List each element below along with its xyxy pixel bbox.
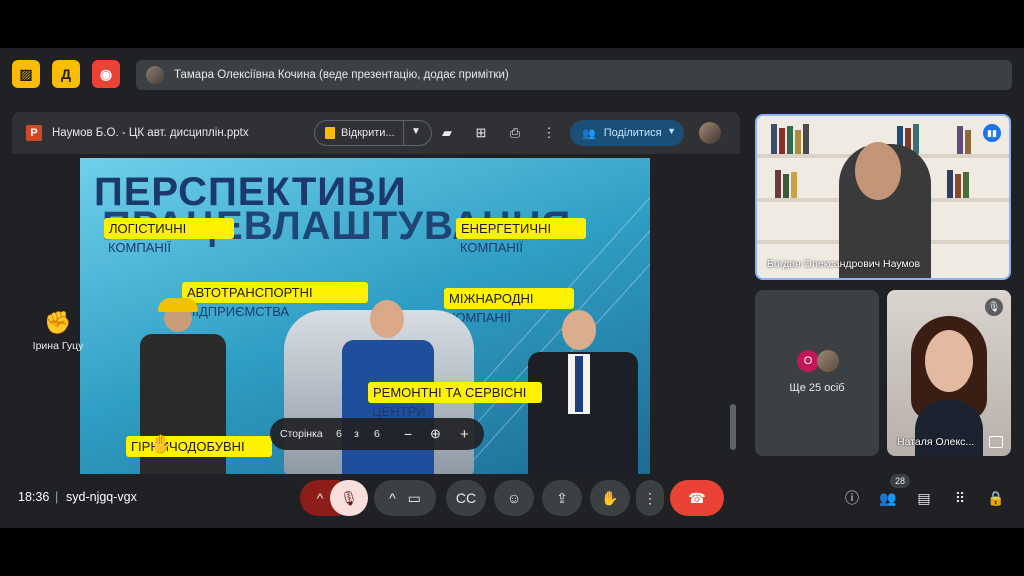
people-icon: 👥: [582, 127, 596, 140]
label-energy: ЕНЕРГЕТИЧНІ: [456, 218, 586, 239]
host-controls-icon[interactable]: 🔒: [986, 488, 1006, 508]
print-icon[interactable]: ⎙: [506, 124, 524, 142]
speaker-tile[interactable]: ▮▮ Богдан Олександрович Наумов: [755, 114, 1011, 280]
leave-call-button[interactable]: ☎: [670, 480, 724, 516]
meeting-code: syd-njgq-vgx: [66, 490, 137, 504]
add-comment-icon[interactable]: ⊞: [472, 124, 490, 142]
raised-hand-name: Ірина Гуцу: [32, 340, 84, 352]
others-count: Ще 25 осіб: [789, 382, 845, 394]
mic-toggle-button[interactable]: 🎙: [330, 480, 368, 516]
sublabel-repair: ЦЕНТРИ: [372, 404, 426, 419]
page-total: 6: [374, 428, 380, 440]
present-icon[interactable]: Д: [52, 60, 80, 88]
chevron-up-icon: ^: [316, 490, 324, 506]
fist-icon: ✊: [44, 310, 72, 335]
presentation-header: P Наумов Б.О. - ЦК авт. дисциплін.pptx В…: [12, 112, 740, 154]
speaker-name: Богдан Олександрович Наумов: [767, 258, 921, 270]
label-mining: ГІРНИЧОДОБУВНІ: [126, 436, 272, 457]
add-to-drive-icon[interactable]: ▰: [438, 124, 456, 142]
participant-avatar: [817, 350, 839, 372]
natalia-name: Наталя Олекс...: [897, 436, 975, 448]
emoji-icon: ☺: [506, 490, 522, 506]
chat-icon[interactable]: ▤: [914, 488, 934, 508]
hand-icon: ✋: [601, 489, 619, 506]
presenter-text: Тамара Олексіївна Кочина (веде презентац…: [174, 69, 509, 81]
sublabel-logistics: КОМПАНІЇ: [108, 240, 171, 255]
separator: |: [55, 490, 59, 504]
powerpoint-icon: P: [26, 125, 42, 141]
captions-icon: CC: [455, 490, 477, 506]
mic-off-icon: 🎙: [340, 489, 358, 506]
zoom-icon[interactable]: ⊕: [430, 426, 441, 442]
more-options-button[interactable]: ⋮: [636, 480, 664, 516]
info-icon[interactable]: ⓘ: [842, 488, 862, 508]
apps-icon[interactable]: ⠿: [950, 488, 970, 508]
people-icon[interactable]: 👥: [878, 488, 898, 508]
label-logistics: ЛОГІСТИЧНІ: [104, 218, 234, 239]
user-avatar[interactable]: [699, 122, 721, 144]
camera-button[interactable]: ^ ▭: [374, 480, 436, 516]
chevron-up-icon: ^: [389, 490, 396, 506]
raise-hand-button[interactable]: ✋: [590, 480, 630, 516]
page-label: Сторінка: [280, 428, 323, 440]
scrollbar[interactable]: [730, 404, 736, 450]
open-with-button[interactable]: Відкрити... ▼: [314, 120, 432, 146]
presenter-bar: Тамара Олексіївна Кочина (веде презентац…: [136, 60, 1012, 90]
page-current: 6: [336, 428, 342, 440]
present-screen-button[interactable]: ⇪: [542, 480, 582, 516]
zoom-in-icon[interactable]: +: [460, 426, 469, 443]
slides-icon: [325, 127, 335, 139]
present-screen-icon: ⇪: [556, 489, 568, 506]
share-label: Поділитися: [603, 127, 662, 139]
open-label: Відкрити...: [341, 127, 395, 139]
wave-hand-icon: ✋: [150, 434, 173, 454]
natalia-tile[interactable]: 🎙 Наталя Олекс...: [887, 290, 1011, 456]
page-of: з: [354, 428, 359, 440]
clock: 18:36: [18, 490, 50, 504]
sublabel-transport: ПІДПРИЄМСТВА: [186, 304, 290, 319]
participant-initial-avatar: О: [797, 350, 819, 372]
label-repair: РЕМОНТНІ ТА СЕРВІСНІ: [368, 382, 542, 403]
speaking-icon: ▮▮: [983, 124, 1001, 142]
natalia-figure: [925, 330, 973, 392]
raised-hand-participant: ✊ Ірина Гуцу: [30, 310, 86, 352]
file-name: Наумов Б.О. - ЦК авт. дисциплін.pptx: [52, 127, 249, 139]
page-control: Сторінка 6 з 6 − ⊕ +: [270, 418, 484, 450]
pin-icon[interactable]: [989, 436, 1003, 448]
label-international: МІЖНАРОДНІ: [444, 288, 574, 309]
more-vert-icon: ⋮: [643, 489, 657, 506]
captions-button[interactable]: CC: [446, 480, 486, 516]
sublabel-energy: КОМПАНІЇ: [460, 240, 523, 255]
record-icon[interactable]: ◉: [92, 60, 120, 88]
mic-off-icon: 🎙: [985, 298, 1003, 316]
camera-icon: ▭: [407, 489, 421, 506]
hang-up-icon: ☎: [688, 489, 706, 506]
others-tile[interactable]: О Ще 25 осіб: [755, 290, 879, 456]
chevron-down-icon[interactable]: ▼: [411, 126, 421, 137]
video-off-icon[interactable]: ▨: [12, 60, 40, 88]
presenter-avatar: [146, 66, 164, 84]
participants-count: 28: [890, 474, 910, 488]
label-transport: АВТОТРАНСПОРТНІ: [182, 282, 368, 303]
reactions-button[interactable]: ☺: [494, 480, 534, 516]
chevron-down-icon[interactable]: ▼: [667, 126, 676, 136]
share-button[interactable]: 👥 Поділитися ▼: [570, 120, 684, 146]
more-vert-icon[interactable]: ⋮: [540, 124, 558, 142]
zoom-out-icon[interactable]: −: [404, 426, 412, 442]
